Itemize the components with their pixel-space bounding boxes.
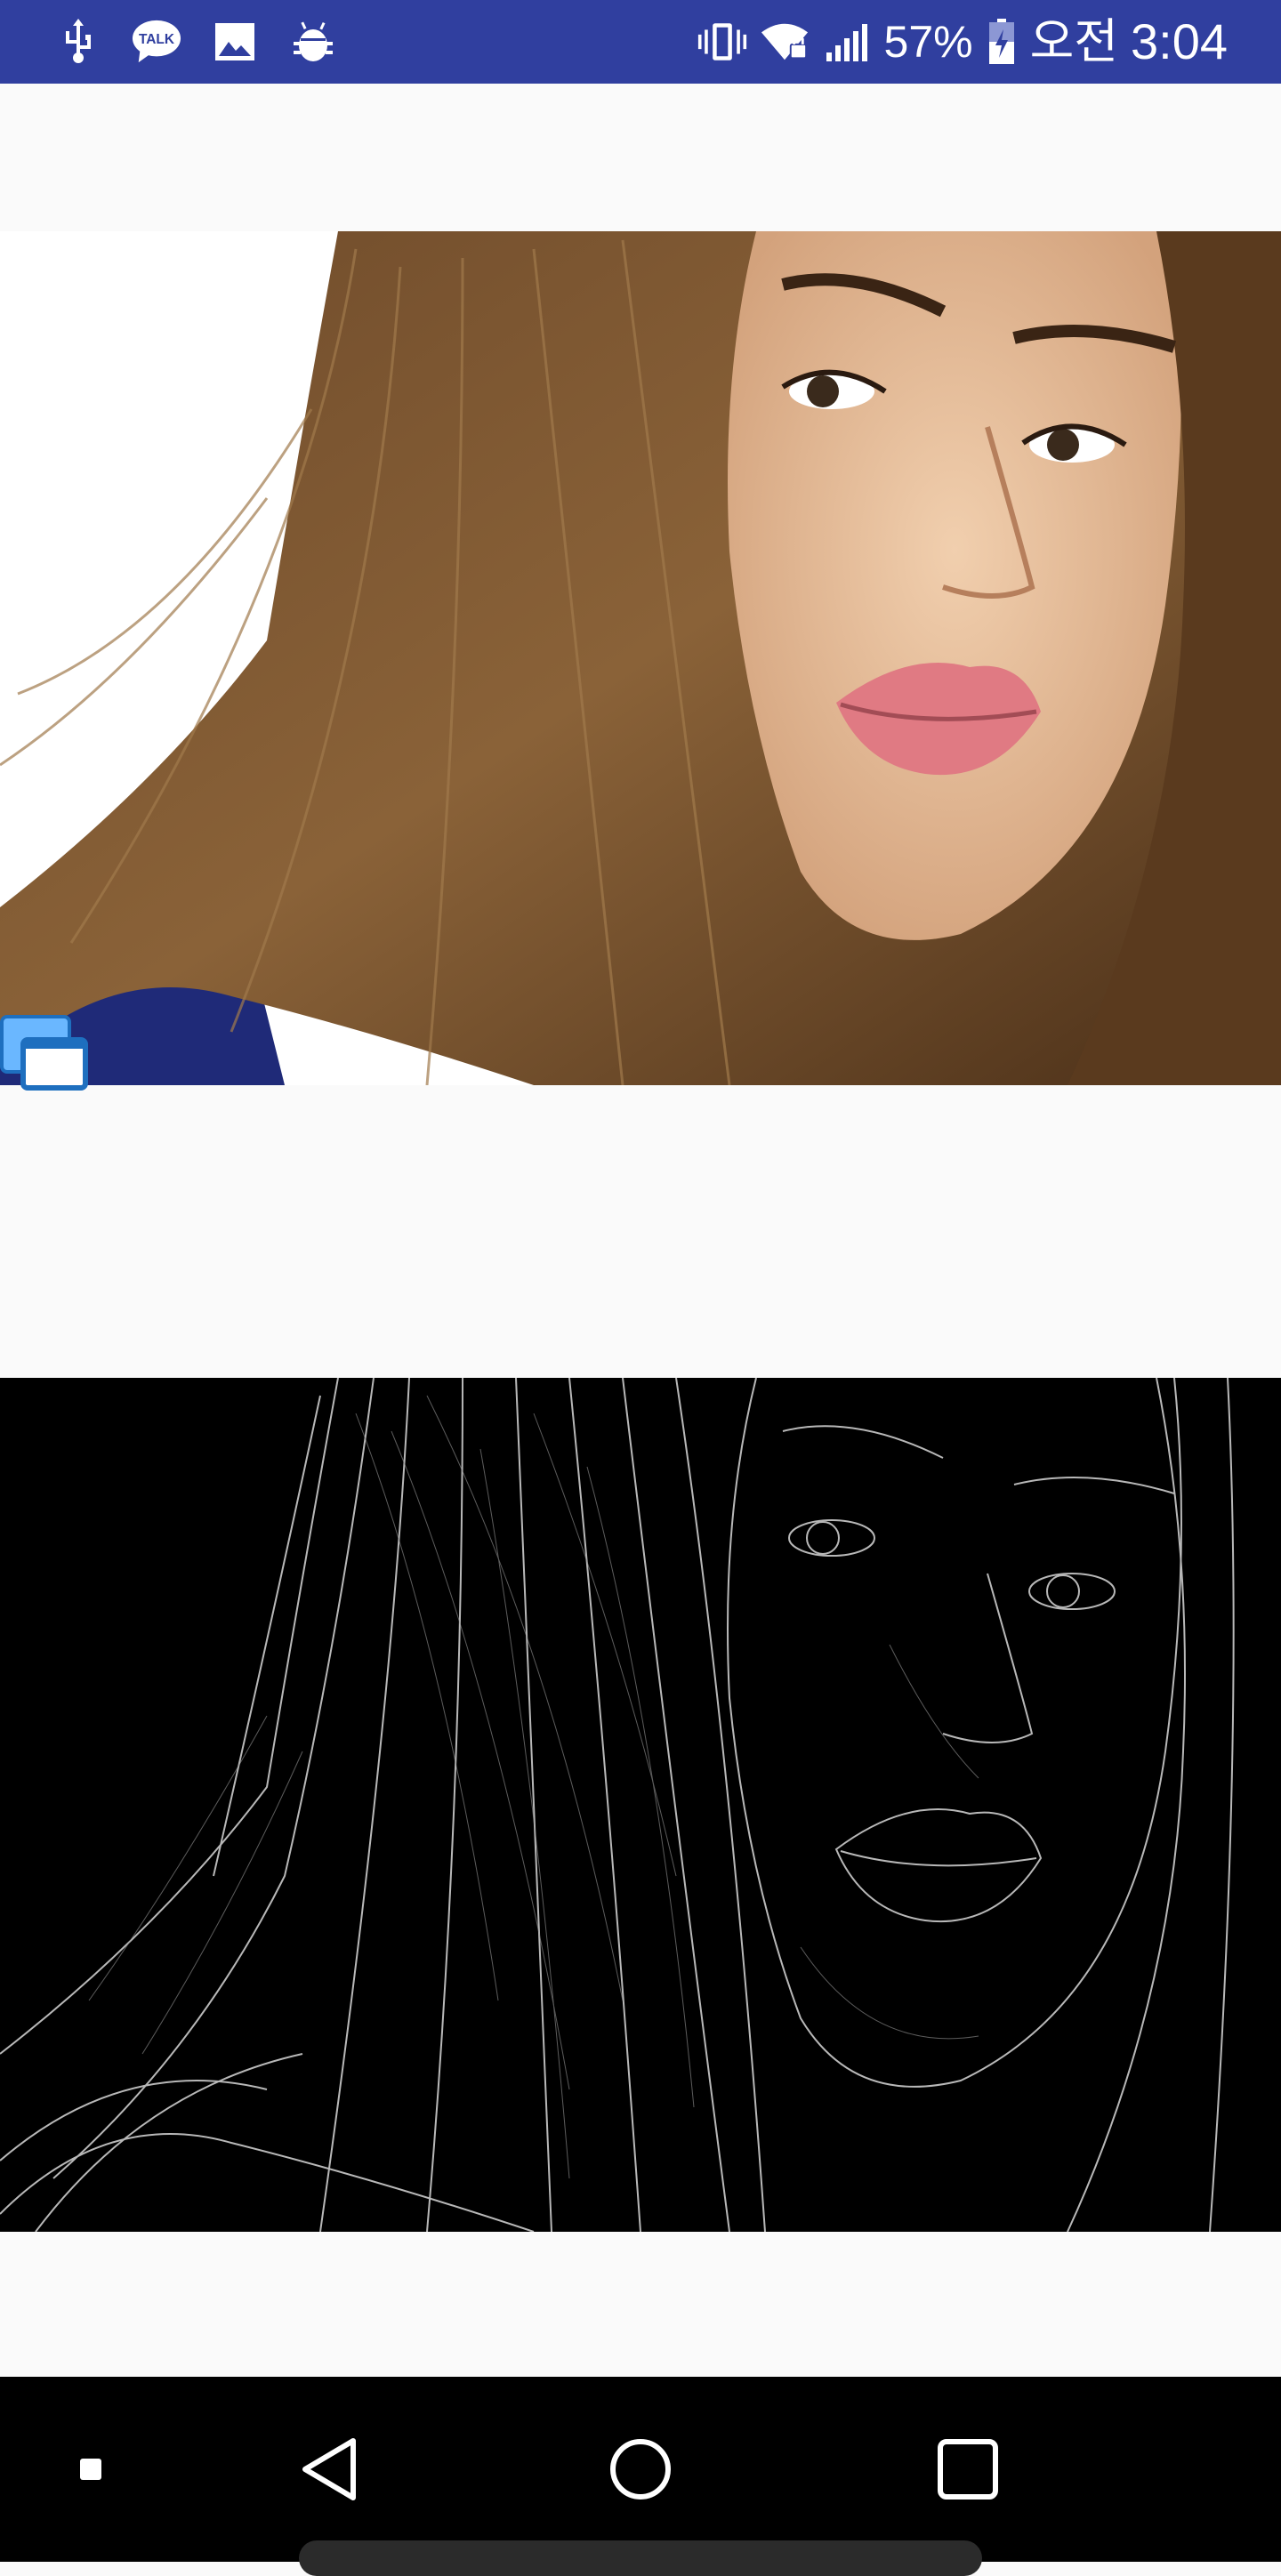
vibrate-icon [697, 17, 747, 67]
android-debug-icon [288, 17, 338, 67]
edge-image [0, 1378, 1281, 2232]
kakaotalk-icon: TALK [132, 17, 181, 67]
usb-icon [53, 17, 103, 67]
battery-percent: 57% [883, 17, 973, 67]
original-image [0, 231, 1281, 1085]
overview-icon[interactable] [914, 2377, 1021, 2562]
wifi-icon [760, 17, 810, 67]
am-pm-label: 오전 [1029, 15, 1118, 68]
battery-charging-icon [986, 17, 1018, 67]
svg-text:TALK: TALK [139, 32, 174, 47]
navigation-bar [0, 2377, 1281, 2562]
gallery-icon [210, 17, 260, 67]
gesture-handle[interactable] [299, 2540, 982, 2576]
recent-dot-icon[interactable] [55, 2377, 126, 2562]
multi-window-icon[interactable] [0, 1015, 89, 1091]
signal-icon [822, 17, 872, 67]
back-icon[interactable] [276, 2377, 383, 2562]
home-icon[interactable] [587, 2377, 694, 2562]
main-content [0, 84, 1281, 2377]
status-bar: TALK 57% 오전 3:04 [0, 0, 1281, 84]
clock-time: 3:04 [1131, 13, 1228, 69]
